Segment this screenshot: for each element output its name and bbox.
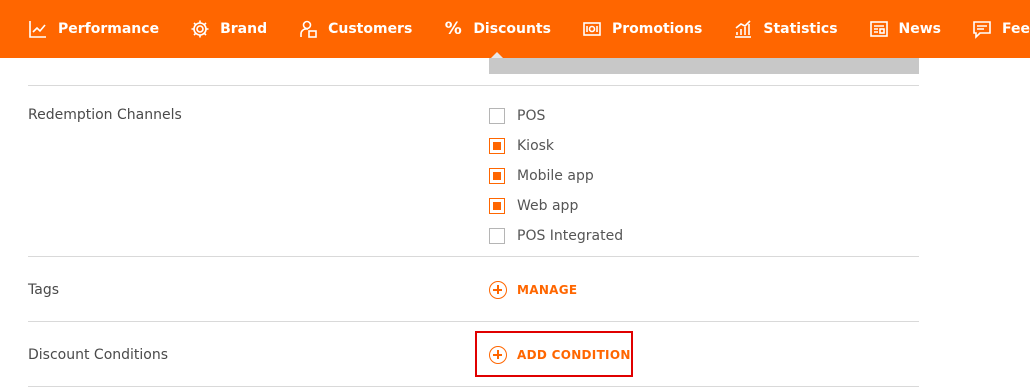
nav-label: Customers [328, 21, 413, 37]
divider [28, 256, 919, 257]
tags-label: Tags [28, 282, 59, 298]
nav-item-customers[interactable]: Customers [298, 0, 412, 58]
channel-option-kiosk[interactable]: Kiosk [489, 138, 554, 154]
nav-label: Performance [58, 21, 160, 37]
channel-option-pos[interactable]: POS [489, 108, 545, 124]
plus-circle-icon [489, 281, 507, 299]
nav-label: Discounts [473, 21, 551, 37]
nav-label: News [898, 21, 942, 37]
divider [28, 85, 919, 86]
manage-label: MANAGE [517, 283, 578, 297]
checkbox[interactable] [489, 228, 505, 244]
checkbox[interactable] [489, 138, 505, 154]
gear-icon [190, 19, 210, 39]
nav-item-brand[interactable]: Brand [190, 0, 267, 58]
nav-item-feedback[interactable]: Feedback [972, 0, 1030, 58]
top-nav: Performance Brand Customers % Discounts … [0, 0, 1030, 59]
nav-item-discounts[interactable]: % Discounts [443, 0, 551, 59]
redemption-channels-label: Redemption Channels [28, 107, 182, 123]
nav-label: Statistics [763, 21, 838, 37]
highlight-box [475, 331, 633, 377]
nav-label: Feedback [1002, 21, 1030, 37]
divider [28, 321, 919, 322]
checkbox[interactable] [489, 108, 505, 124]
percent-icon: % [444, 19, 462, 39]
manage-tags-button[interactable]: MANAGE [489, 281, 577, 299]
checkbox-label: Web app [517, 198, 579, 214]
nav-item-statistics[interactable]: Statistics [733, 0, 838, 58]
channel-option-web-app[interactable]: Web app [489, 198, 578, 214]
chart-line-icon [28, 19, 48, 39]
nav-item-promotions[interactable]: Promotions [582, 0, 702, 58]
discount-conditions-label: Discount Conditions [28, 347, 169, 363]
speech-bubble-icon [972, 19, 992, 39]
checkbox-label: Kiosk [517, 138, 555, 154]
nav-item-performance[interactable]: Performance [28, 0, 159, 58]
channel-option-pos-integrated[interactable]: POS Integrated [489, 228, 623, 244]
bar-chart-icon [733, 19, 753, 39]
checkbox[interactable] [489, 168, 505, 184]
checkbox-label: Mobile app [517, 168, 594, 184]
promotion-icon [582, 19, 602, 39]
newspaper-icon [869, 19, 889, 39]
divider [28, 386, 919, 387]
nav-label: Brand [220, 21, 268, 37]
checkbox-label: POS [517, 108, 546, 124]
checkbox-label: POS Integrated [517, 228, 624, 244]
nav-item-news[interactable]: News [869, 0, 941, 58]
checkbox[interactable] [489, 198, 505, 214]
channel-option-mobile-app[interactable]: Mobile app [489, 168, 594, 184]
customer-icon [298, 19, 318, 39]
nav-label: Promotions [611, 21, 703, 37]
grey-bar [489, 58, 919, 74]
